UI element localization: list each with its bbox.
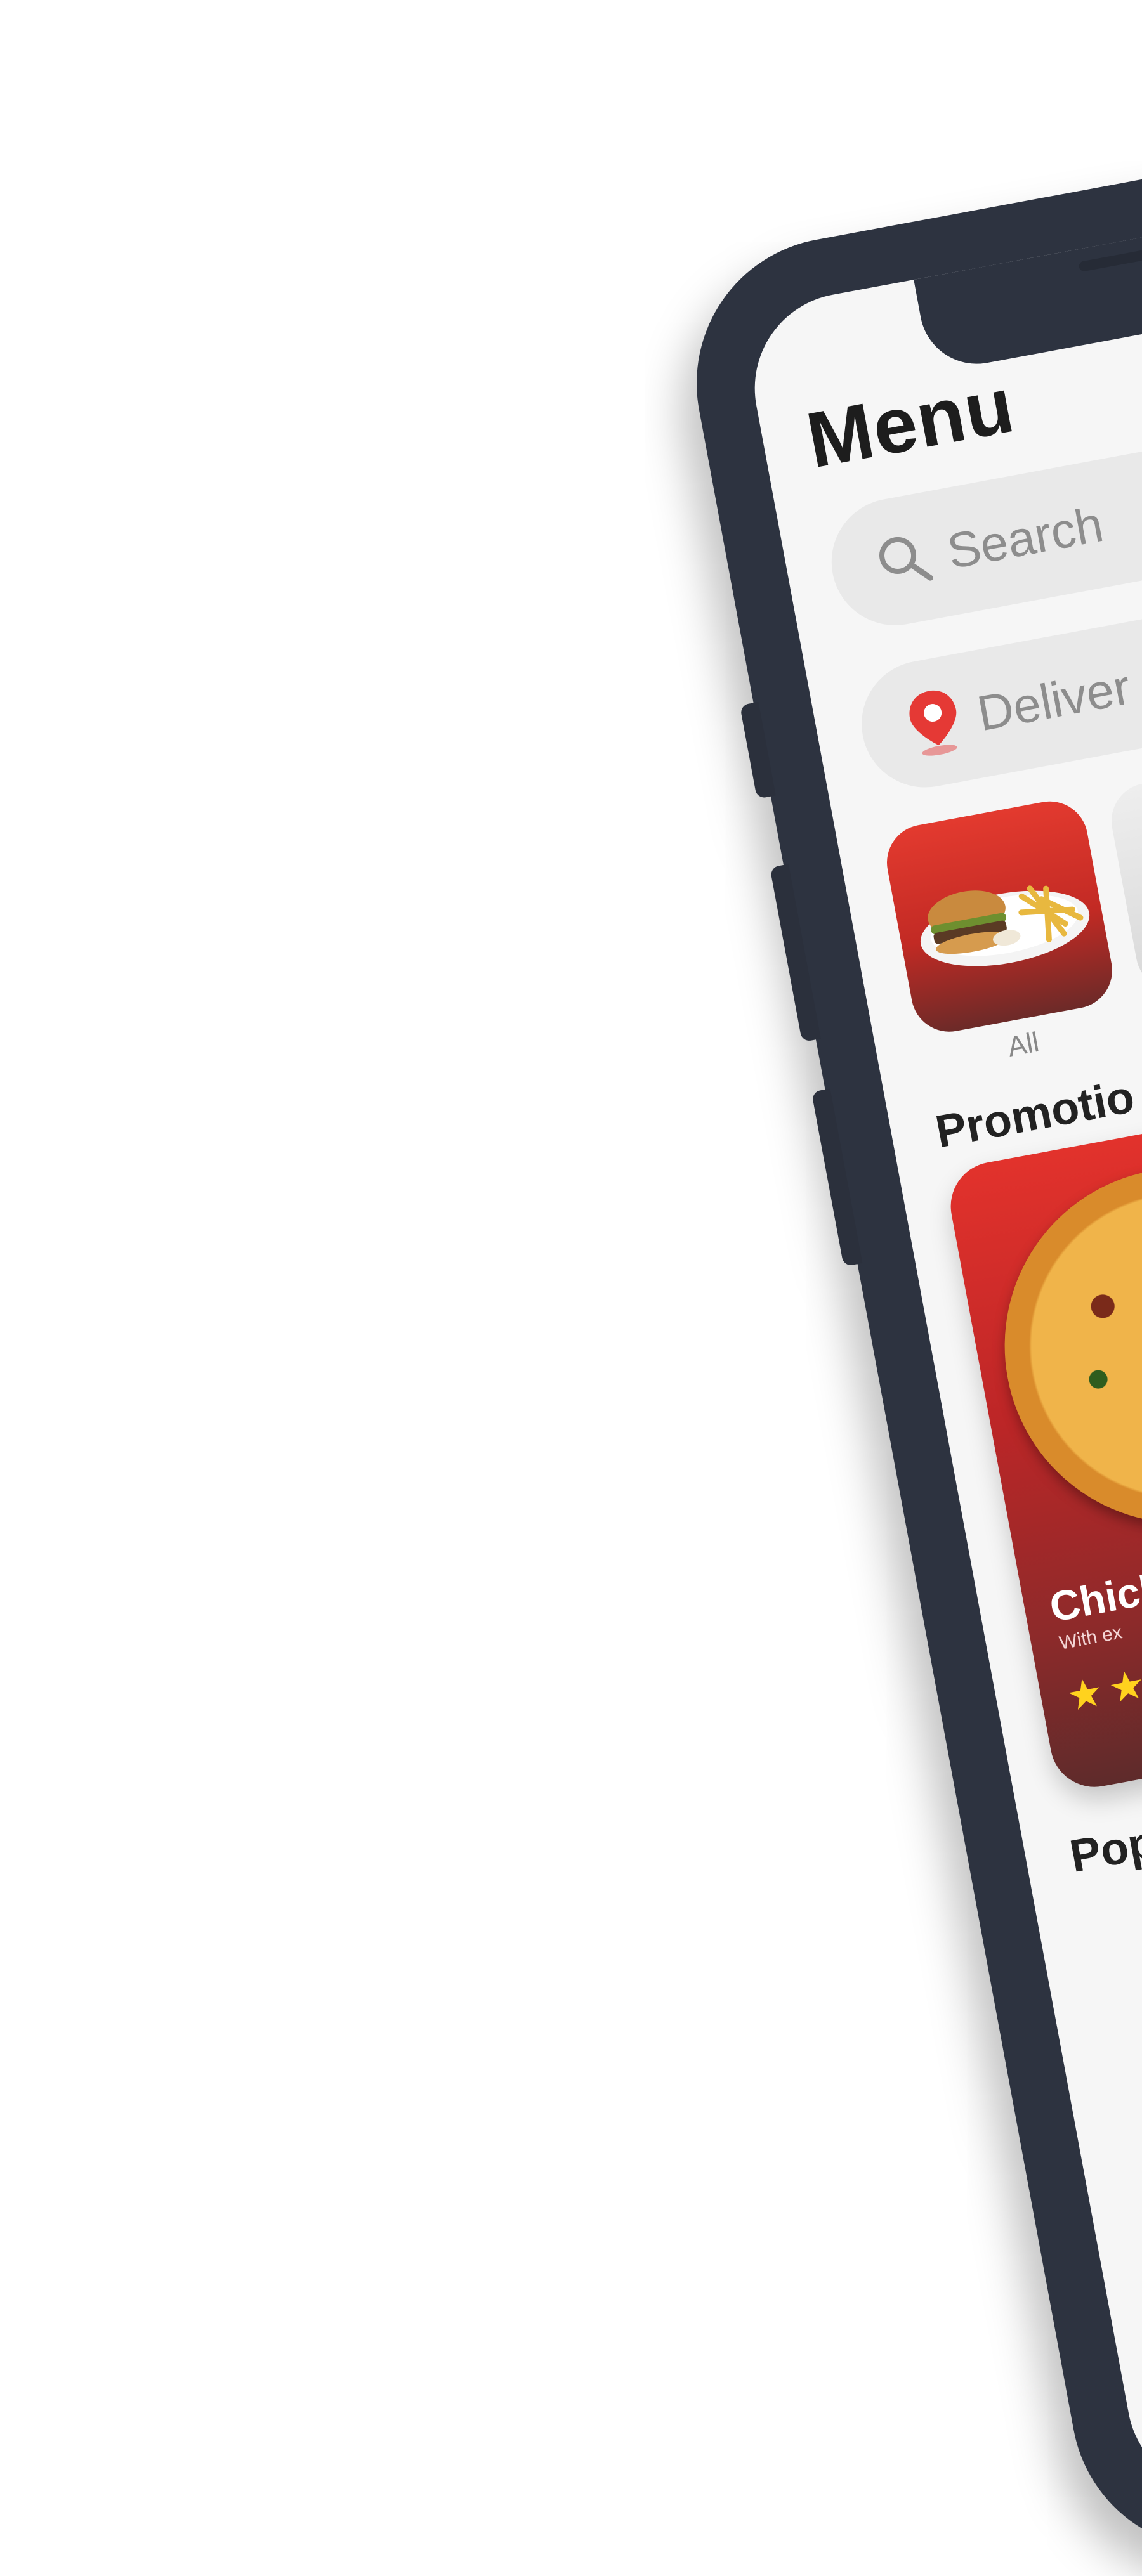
search-icon: [871, 527, 938, 594]
pizza-image: [975, 1138, 1142, 1553]
delivery-label: Deliver: [973, 658, 1135, 741]
search-input[interactable]: Search: [943, 495, 1108, 581]
phone-volume-up-button: [770, 864, 821, 1043]
phone-volume-down-button: [811, 1088, 863, 1267]
promotion-name: Chick: [1046, 1563, 1142, 1631]
phone-mute-switch: [739, 701, 776, 799]
phone-frame: Menu Search Deliver All Promotio Chick W…: [673, 116, 1142, 2574]
promotion-card[interactable]: Chick With ex ★ ★: [943, 1055, 1142, 1795]
star-icon: ★: [1063, 1668, 1107, 1720]
app-screen: Menu Search Deliver All Promotio Chick W…: [738, 182, 1142, 2508]
phone-speaker: [1078, 244, 1142, 273]
burger-fries-image: [881, 795, 1119, 1038]
rating-stars: ★ ★: [1063, 1660, 1142, 1720]
location-pin-icon: [900, 683, 969, 762]
menu-page: Menu Search Deliver All Promotio Chick W…: [800, 282, 1142, 1883]
category-item-all[interactable]: All: [881, 795, 1126, 1079]
star-icon: ★: [1105, 1660, 1142, 1712]
